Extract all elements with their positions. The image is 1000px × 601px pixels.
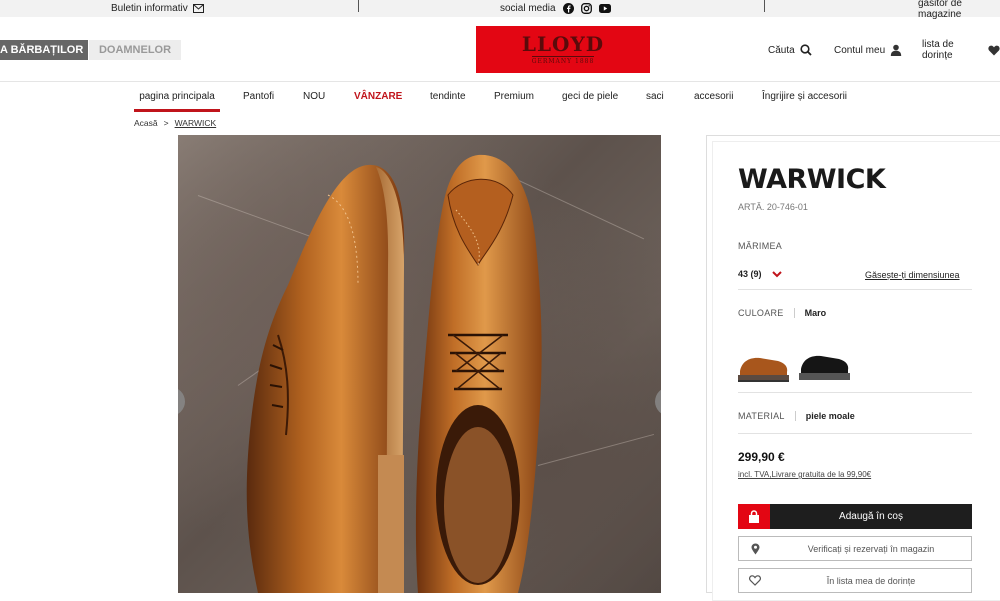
nav-care[interactable]: Îngrijire și accesorii	[762, 88, 847, 112]
nav-label: NOU	[303, 91, 326, 102]
divider	[794, 411, 796, 421]
store-finder-link[interactable]: găsitor de magazine	[918, 0, 1000, 20]
breadcrumb: Acasă > WARWICK	[134, 118, 216, 128]
youtube-icon[interactable]	[598, 4, 611, 13]
size-value: 43 (9)	[738, 269, 762, 279]
nav-label: tendinte	[430, 91, 466, 102]
heart-icon	[988, 45, 1000, 56]
breadcrumb-home[interactable]: Acasă	[134, 118, 158, 128]
nav-premium[interactable]: Premium	[494, 88, 534, 112]
color-label: CULOARE	[738, 308, 784, 318]
size-guide-link[interactable]: Găsește-ți dimensiunea	[865, 270, 960, 280]
add-to-cart-label: Adaugă în coș	[839, 511, 903, 522]
newsletter-link[interactable]: Buletin informativ	[111, 0, 204, 17]
main-nav: pagina principala Pantofi NOU VÂNZARE te…	[0, 88, 1000, 112]
tab-men[interactable]: A BĂRBAȚILOR	[0, 40, 88, 60]
material-value: piele moale	[805, 411, 855, 421]
brand-logo[interactable]: LLOYD GERMANY 1888	[476, 26, 650, 73]
envelope-icon	[192, 4, 204, 13]
divider	[738, 433, 972, 434]
product-panel: WARWICK ARTĂ. 20-746-01 MĂRIMEA 43 (9) G…	[706, 135, 1000, 601]
color-swatch-black[interactable]	[799, 347, 850, 382]
divider	[358, 0, 359, 12]
social-media: social media	[500, 0, 611, 17]
nav-label: saci	[646, 91, 664, 102]
divider	[764, 0, 765, 12]
product-image[interactable]	[178, 135, 661, 593]
heart-outline-icon	[739, 575, 771, 586]
color-swatch-brown[interactable]	[738, 347, 789, 382]
nav-label: accesorii	[694, 91, 734, 102]
nav-label: Pantofi	[243, 91, 275, 102]
search-icon	[800, 44, 812, 56]
nav-label: VÂNZARE	[354, 91, 403, 102]
social-label: social media	[500, 3, 556, 14]
size-select[interactable]: 43 (9)	[738, 267, 808, 281]
add-to-cart-button[interactable]: Adaugă în coș	[738, 504, 972, 529]
article-number: ARTĂ. 20-746-01	[738, 202, 808, 212]
wishlist-button-label: În lista mea de dorințe	[826, 575, 916, 586]
material-label: MATERIAL	[738, 411, 785, 421]
breadcrumb-current[interactable]: WARWICK	[175, 118, 217, 128]
user-icon	[890, 44, 902, 56]
nav-home[interactable]: pagina principala	[134, 88, 220, 112]
nav-new[interactable]: NOU	[303, 88, 325, 112]
check-store-button[interactable]: Verificați și rezervați în magazin	[738, 536, 972, 561]
breadcrumb-separator: >	[163, 118, 169, 128]
shoes-illustration	[246, 154, 542, 593]
product-title: WARWICK	[738, 164, 886, 195]
logo-subline: GERMANY 1888	[531, 56, 595, 65]
instagram-icon[interactable]	[580, 3, 592, 14]
divider	[738, 392, 972, 393]
lock-bag-icon	[748, 510, 760, 523]
search-button[interactable]: Căuta	[768, 40, 812, 60]
add-to-wishlist-button[interactable]: În lista mea de dorințe	[738, 568, 972, 593]
chevron-down-icon	[771, 270, 782, 278]
nav-label: Îngrijire și accesorii	[762, 91, 848, 102]
divider	[738, 289, 972, 290]
logo-wordmark: LLOYD	[521, 32, 605, 56]
tab-women-label: DOAMNELOR	[98, 44, 172, 56]
nav-label: geci de piele	[562, 91, 619, 102]
account-label: Contul meu	[834, 44, 886, 56]
facebook-icon[interactable]	[562, 3, 574, 14]
color-row: CULOARE Maro	[738, 308, 826, 318]
check-store-label: Verificați și rezervați în magazin	[807, 543, 935, 554]
product-card: WARWICK ARTĂ. 20-746-01 MĂRIMEA 43 (9) G…	[712, 141, 1000, 601]
wishlist-label: lista de dorințe	[922, 39, 954, 61]
header: A BĂRBAȚILOR DOAMNELOR LLOYD GERMANY 188…	[0, 17, 1000, 82]
nav-label: pagina principala	[139, 91, 215, 102]
price-note-link[interactable]: incl. TVA,Livrare gratuita de la 99,90€	[738, 470, 871, 479]
color-value: Maro	[804, 308, 827, 318]
search-label: Căuta	[768, 44, 795, 56]
top-bar: Buletin informativ social media găsitor …	[0, 0, 1000, 20]
account-button[interactable]: Contul meu	[834, 40, 902, 60]
nav-shoes[interactable]: Pantofi	[243, 88, 274, 112]
nav-trends[interactable]: tendinte	[430, 88, 466, 112]
material-row: MATERIAL piele moale	[738, 411, 855, 421]
divider	[793, 308, 795, 318]
price: 299,90 €	[738, 450, 785, 464]
map-pin-icon	[739, 543, 771, 555]
size-label: MĂRIMEA	[738, 241, 783, 251]
cart-icon-box	[738, 504, 770, 529]
nav-accessories[interactable]: accesorii	[694, 88, 733, 112]
tab-men-label: A BĂRBAȚILOR	[0, 44, 84, 56]
nav-sale[interactable]: VÂNZARE	[354, 88, 402, 112]
tab-women[interactable]: DOAMNELOR	[89, 40, 181, 60]
nav-leather-jackets[interactable]: geci de piele	[562, 88, 618, 112]
nav-bags[interactable]: saci	[646, 88, 664, 112]
wishlist-button[interactable]: lista de dorințe	[922, 39, 1000, 61]
newsletter-label: Buletin informativ	[111, 3, 188, 14]
nav-label: Premium	[494, 91, 535, 102]
